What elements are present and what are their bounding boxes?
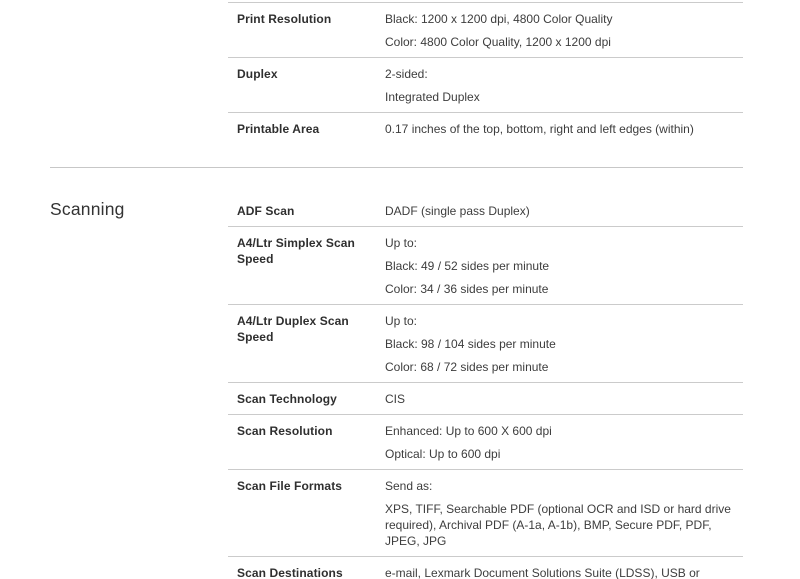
spec-value-line: Optical: Up to 600 dpi (385, 446, 743, 462)
printing-spec-table: Print Resolution Black: 1200 x 1200 dpi,… (228, 2, 743, 144)
spec-row-duplex: Duplex 2-sided: Integrated Duplex (228, 58, 743, 113)
spec-value-duplex-scan-speed: Up to: Black: 98 / 104 sides per minute … (385, 313, 743, 375)
spec-value-scan-file-formats: Send as: XPS, TIFF, Searchable PDF (opti… (385, 478, 743, 549)
spec-value-line: Color: 68 / 72 sides per minute (385, 359, 743, 375)
spec-row-scan-destinations: Scan Destinations e-mail, Lexmark Docume… (228, 557, 743, 579)
spec-value-line: 0.17 inches of the top, bottom, right an… (385, 121, 743, 137)
spec-value-line: Black: 1200 x 1200 dpi, 4800 Color Quali… (385, 11, 743, 27)
spec-value-line: Up to: (385, 235, 743, 251)
spec-label-scan-resolution: Scan Resolution (228, 423, 385, 439)
spec-value-line: Black: 49 / 52 sides per minute (385, 258, 743, 274)
spec-value-scan-destinations: e-mail, Lexmark Document Solutions Suite… (385, 565, 743, 579)
spec-label-scan-destinations: Scan Destinations (228, 565, 385, 579)
spec-label-printable-area: Printable Area (228, 121, 385, 137)
spec-value-line: Color: 34 / 36 sides per minute (385, 281, 743, 297)
spec-row-scan-resolution: Scan Resolution Enhanced: Up to 600 X 60… (228, 415, 743, 470)
spec-value-print-resolution: Black: 1200 x 1200 dpi, 4800 Color Quali… (385, 11, 743, 50)
spec-row-scan-technology: Scan Technology CIS (228, 383, 743, 415)
spec-value-scan-resolution: Enhanced: Up to 600 X 600 dpi Optical: U… (385, 423, 743, 462)
spec-row-scan-file-formats: Scan File Formats Send as: XPS, TIFF, Se… (228, 470, 743, 557)
spec-value-line: Up to: (385, 313, 743, 329)
spec-label-duplex: Duplex (228, 66, 385, 82)
spec-value-simplex-scan-speed: Up to: Black: 49 / 52 sides per minute C… (385, 235, 743, 297)
spec-value-duplex: 2-sided: Integrated Duplex (385, 66, 743, 105)
spec-page: Print Resolution Black: 1200 x 1200 dpi,… (0, 0, 800, 579)
spec-value-line: XPS, TIFF, Searchable PDF (optional OCR … (385, 501, 743, 549)
section-title-scanning: Scanning (50, 198, 125, 220)
spec-value-scan-technology: CIS (385, 391, 743, 407)
spec-value-line: Send as: (385, 478, 743, 494)
spec-label-scan-technology: Scan Technology (228, 391, 385, 407)
spec-value-line: DADF (single pass Duplex) (385, 203, 743, 219)
spec-row-duplex-scan-speed: A4/Ltr Duplex Scan Speed Up to: Black: 9… (228, 305, 743, 383)
spec-label-print-resolution: Print Resolution (228, 11, 385, 27)
spec-value-line: Integrated Duplex (385, 89, 743, 105)
section-divider (50, 167, 743, 168)
spec-label-simplex-scan-speed: A4/Ltr Simplex Scan Speed (228, 235, 385, 267)
spec-row-simplex-scan-speed: A4/Ltr Simplex Scan Speed Up to: Black: … (228, 227, 743, 305)
spec-value-line: Enhanced: Up to 600 X 600 dpi (385, 423, 743, 439)
spec-value-adf-scan: DADF (single pass Duplex) (385, 203, 743, 219)
spec-label-scan-file-formats: Scan File Formats (228, 478, 385, 494)
scanning-spec-table: ADF Scan DADF (single pass Duplex) A4/Lt… (228, 195, 743, 579)
spec-row-adf-scan: ADF Scan DADF (single pass Duplex) (228, 195, 743, 227)
spec-value-line: Black: 98 / 104 sides per minute (385, 336, 743, 352)
spec-label-adf-scan: ADF Scan (228, 203, 385, 219)
spec-value-line: Color: 4800 Color Quality, 1200 x 1200 d… (385, 34, 743, 50)
spec-value-printable-area: 0.17 inches of the top, bottom, right an… (385, 121, 743, 137)
spec-value-line: e-mail, Lexmark Document Solutions Suite… (385, 565, 743, 579)
spec-row-print-resolution: Print Resolution Black: 1200 x 1200 dpi,… (228, 3, 743, 58)
spec-value-line: CIS (385, 391, 743, 407)
spec-row-printable-area: Printable Area 0.17 inches of the top, b… (228, 113, 743, 144)
spec-label-duplex-scan-speed: A4/Ltr Duplex Scan Speed (228, 313, 385, 345)
spec-value-line: 2-sided: (385, 66, 743, 82)
